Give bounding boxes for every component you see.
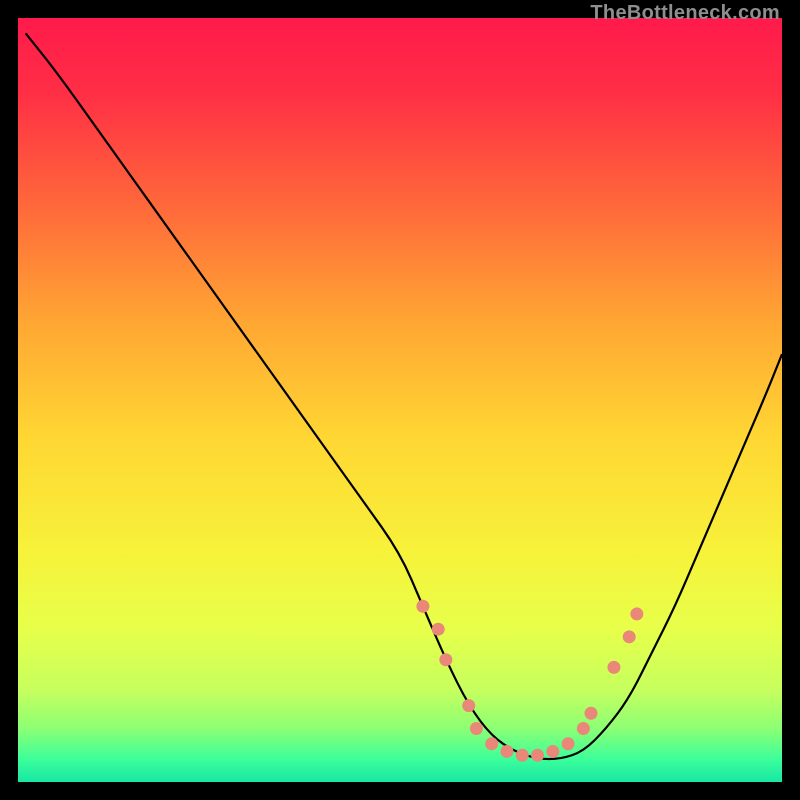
curve-marker: [607, 661, 620, 674]
curve-marker: [623, 630, 636, 643]
curve-marker: [485, 737, 498, 750]
curve-marker: [562, 737, 575, 750]
watermark-text: TheBottleneck.com: [590, 2, 780, 25]
curve-marker: [432, 623, 445, 636]
curve-marker: [439, 653, 452, 666]
curve-marker: [630, 607, 643, 620]
curve-marker: [500, 745, 513, 758]
chart-frame: [18, 18, 782, 782]
curve-marker: [516, 749, 529, 762]
curve-marker: [577, 722, 590, 735]
curve-marker: [546, 745, 559, 758]
curve-marker: [462, 699, 475, 712]
curve-marker: [470, 722, 483, 735]
curve-marker: [585, 707, 598, 720]
chart-gradient-background: [18, 18, 782, 782]
curve-marker: [416, 600, 429, 613]
curve-marker: [531, 749, 544, 762]
chart-svg: [18, 18, 782, 782]
